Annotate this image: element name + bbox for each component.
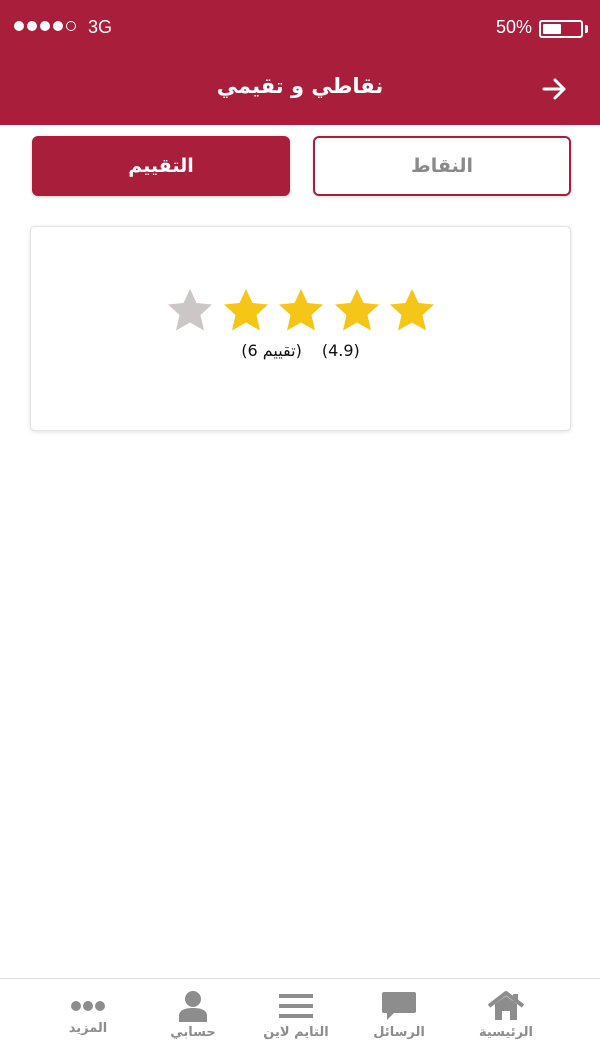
nav-label-messages: الرسائل [373,1025,425,1040]
nav-label-account: حسابي [170,1025,216,1040]
battery-tip [585,25,588,33]
battery-percentage: 50% [495,17,532,37]
tab-points[interactable]: النقاط [313,136,571,196]
nav-label-more: المزيد [68,1021,108,1036]
page-title: نقاطي و تقيمي [216,74,384,98]
star-filled-icon [390,289,434,331]
rating-summary: (تقييم 6) (4.9) [31,341,570,360]
nav-item-home[interactable]: الرئيسية [446,979,566,1050]
bottom-navigation: الرئيسية الرسائل التايم لاين حسابي المزي… [0,978,600,1050]
star-filled-icon [334,289,379,331]
nav-item-timeline[interactable]: التايم لاين [236,979,356,1050]
battery-level [543,24,561,34]
rating-score: (4.9) [321,341,360,360]
nav-item-account[interactable]: حسابي [133,979,253,1050]
signal-strength-icon [14,21,76,31]
more-dots-icon [68,989,108,1023]
star-filled-icon [223,289,268,331]
carrier-label: 3G [88,17,113,37]
menu-lines-icon [276,989,316,1023]
nav-label-timeline: التايم لاين [263,1025,329,1040]
nav-item-more[interactable]: المزيد [28,979,148,1050]
chat-icon [379,989,419,1023]
nav-item-messages[interactable]: الرسائل [339,979,459,1050]
home-icon [486,989,526,1023]
rating-count: (تقييم 6) [241,341,302,360]
status-bar: 3G 50% [0,0,600,58]
user-icon [173,989,213,1023]
rating-card: (تقييم 6) (4.9) [30,226,571,431]
tab-rating[interactable]: التقييم [32,136,290,196]
star-filled-icon [279,289,323,331]
star-rating [163,287,439,333]
battery-icon [539,20,583,38]
arrow-right-icon[interactable] [542,77,568,101]
app-header: 3G 50% نقاطي و تقيمي [0,0,600,125]
star-empty-icon [168,289,212,331]
nav-label-home: الرئيسية [478,1025,534,1040]
